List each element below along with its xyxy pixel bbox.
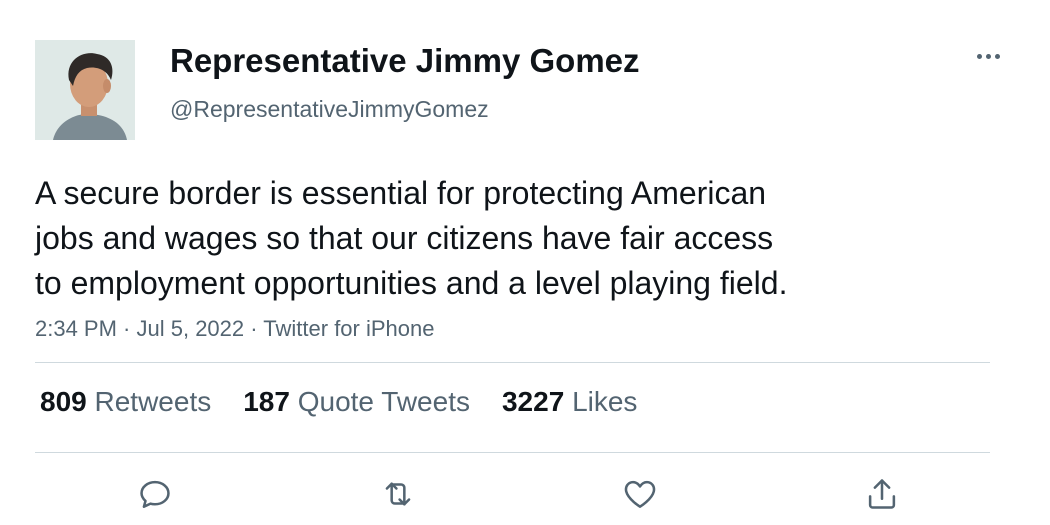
more-horizontal-icon: [976, 53, 1000, 59]
quote-tweets-label: Quote Tweets: [297, 386, 470, 417]
reply-icon: [140, 480, 170, 508]
tweet-meta: 2:34 PM · Jul 5, 2022 · Twitter for iPho…: [35, 316, 434, 342]
retweets-stat[interactable]: 809 Retweets: [40, 386, 211, 418]
share-icon: [868, 479, 896, 509]
tweet-date[interactable]: Jul 5, 2022: [137, 316, 245, 341]
tweet-time[interactable]: 2:34 PM: [35, 316, 117, 341]
likes-label: Likes: [572, 386, 638, 417]
avatar[interactable]: [35, 40, 135, 140]
tweet-text-line: A secure border is essential for protect…: [35, 175, 767, 211]
more-options-button[interactable]: [968, 40, 1008, 72]
tweet-text-line: to employment opportunities and a level …: [35, 265, 788, 301]
meta-separator: ·: [116, 316, 137, 341]
author-display-name[interactable]: Representative Jimmy Gomez: [170, 42, 640, 80]
avatar-image: [35, 40, 135, 140]
share-button[interactable]: [860, 472, 904, 516]
likes-count: 3227: [501, 386, 573, 417]
retweets-label: Retweets: [94, 386, 212, 417]
tweet-stats: 809 Retweets 187 Quote Tweets 3227 Likes: [40, 386, 669, 418]
tweet-source[interactable]: Twitter for iPhone: [263, 316, 434, 341]
quote-tweets-count: 187: [243, 386, 298, 417]
tweet-text: A secure border is essential for protect…: [35, 171, 935, 306]
divider: [35, 452, 990, 453]
retweet-button[interactable]: [376, 472, 420, 516]
likes-stat[interactable]: 3227 Likes: [502, 386, 637, 418]
retweet-icon: [385, 482, 411, 506]
heart-icon: [624, 480, 656, 508]
author-handle[interactable]: @RepresentativeJimmyGomez: [170, 96, 489, 123]
reply-button[interactable]: [133, 472, 177, 516]
like-button[interactable]: [618, 472, 662, 516]
divider: [35, 362, 990, 363]
meta-separator: ·: [244, 316, 264, 341]
quote-tweets-stat[interactable]: 187 Quote Tweets: [243, 386, 470, 418]
retweets-count: 809: [40, 386, 95, 417]
tweet-text-line: jobs and wages so that our citizens have…: [35, 220, 774, 256]
